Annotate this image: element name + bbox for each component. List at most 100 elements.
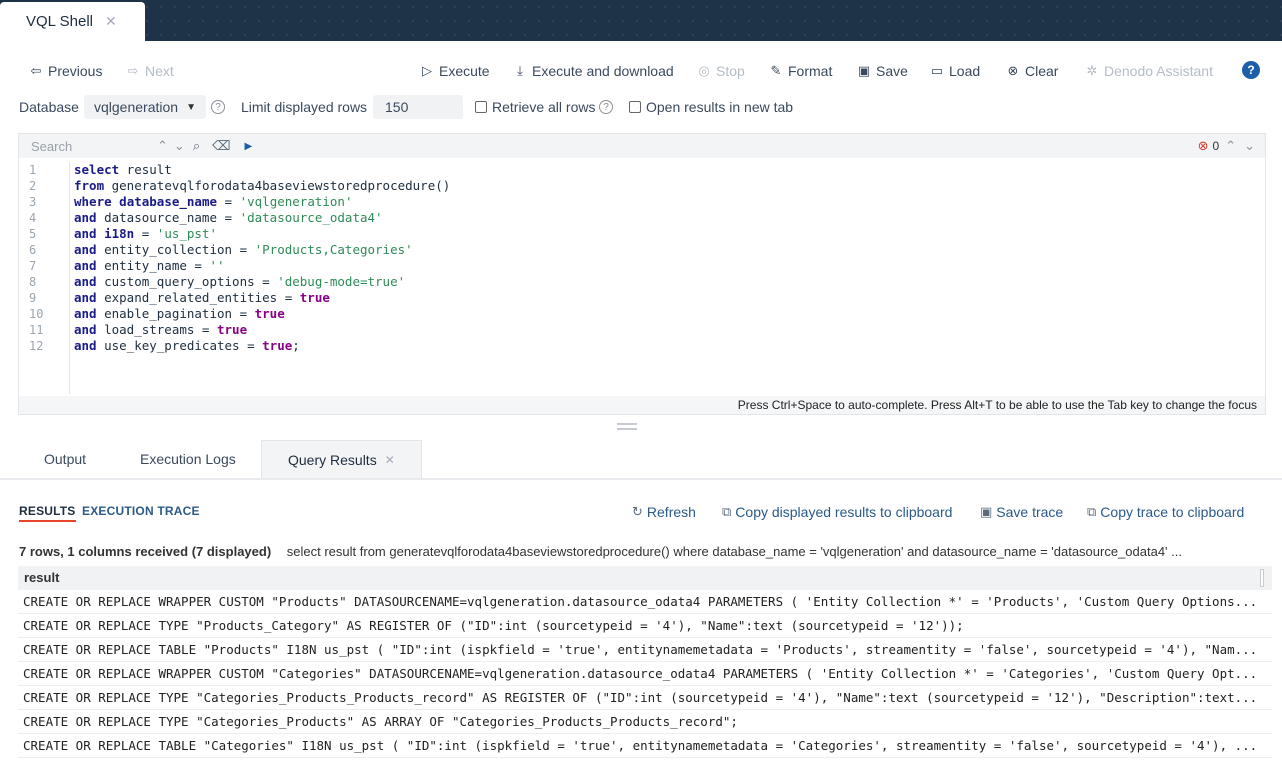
tab-output[interactable]: Output bbox=[44, 440, 86, 478]
clear-circle-icon: ⊗ bbox=[1007, 63, 1019, 78]
folder-icon: ▭ bbox=[930, 63, 944, 78]
autocomplete-hint: Press Ctrl+Space to auto-complete. Press… bbox=[19, 396, 1265, 414]
line-number: 1 bbox=[29, 163, 37, 177]
arrow-left-circle-icon: ⇦ bbox=[30, 63, 42, 78]
line-number: 11 bbox=[29, 323, 44, 337]
resize-handle[interactable] bbox=[617, 423, 637, 430]
save-trace-button[interactable]: ▣ Save trace bbox=[980, 501, 1063, 523]
stop-button[interactable]: ◎ Stop bbox=[696, 58, 744, 84]
table-row[interactable]: CREATE OR REPLACE TYPE "Categories_Produ… bbox=[18, 710, 1272, 734]
database-select[interactable]: vqlgeneration ▼ bbox=[84, 95, 206, 119]
save-trace-label: Save trace bbox=[996, 504, 1064, 520]
table-row[interactable]: CREATE OR REPLACE TABLE "Products" I18N … bbox=[18, 638, 1272, 662]
line-number: 5 bbox=[29, 227, 37, 241]
results-status: 7 rows, 1 columns received (7 displayed)… bbox=[19, 544, 1259, 562]
toolbar: ⇦ Previous ⇨ Next ▷ Execute ⤓ Execute and do… bbox=[0, 58, 1282, 84]
download-icon: ⤓ bbox=[517, 63, 523, 78]
clear-label: Clear bbox=[1025, 63, 1059, 79]
tab-query-results[interactable]: Query Results ✕ bbox=[261, 440, 422, 478]
database-value: vqlgeneration bbox=[94, 99, 179, 115]
previous-button[interactable]: ⇦ Previous bbox=[28, 58, 103, 84]
sparkle-icon: ✲ bbox=[1086, 63, 1098, 78]
execution-trace-subtab[interactable]: EXECUTION TRACE bbox=[82, 504, 200, 518]
table-row[interactable]: CREATE OR REPLACE WRAPPER CUSTOM "Produc… bbox=[18, 590, 1272, 614]
line-number: 12 bbox=[29, 339, 44, 353]
load-button[interactable]: ▭ Load bbox=[929, 58, 980, 84]
code-line: 1 select result bbox=[29, 162, 172, 177]
code-line: 7 and entity_name = '' bbox=[29, 258, 225, 273]
tab-vql-shell[interactable]: VQL Shell ✕ bbox=[0, 2, 145, 41]
next-label: Next bbox=[145, 63, 174, 79]
denodo-assistant-button[interactable]: ✲ Denodo Assistant bbox=[1084, 58, 1213, 84]
format-button[interactable]: ✎ Format bbox=[768, 58, 833, 84]
table-row[interactable]: CREATE OR REPLACE TABLE "Categories" I18… bbox=[18, 734, 1272, 758]
table-row[interactable]: CREATE OR REPLACE TYPE "Categories_Produ… bbox=[18, 686, 1272, 710]
error-count: 0 bbox=[1212, 139, 1220, 153]
load-label: Load bbox=[949, 63, 981, 79]
clear-button[interactable]: ⊗ Clear bbox=[1005, 58, 1059, 84]
code-line: 6 and entity_collection = 'Products,Categ… bbox=[29, 242, 413, 257]
editor-search-input[interactable]: Search bbox=[31, 139, 157, 154]
save-icon: ▣ bbox=[980, 504, 993, 519]
help-circle-icon[interactable]: ? bbox=[211, 100, 225, 114]
code-line: 5 and i18n = 'us_pst' bbox=[29, 226, 218, 241]
limit-rows-input[interactable]: 150 bbox=[373, 95, 463, 119]
tab-execution-logs[interactable]: Execution Logs bbox=[140, 440, 236, 478]
help-circle-icon[interactable]: ? bbox=[599, 100, 613, 114]
save-button[interactable]: ▣ Save bbox=[856, 58, 908, 84]
results-subtab[interactable]: RESULTS bbox=[19, 504, 76, 522]
chevron-up-icon[interactable]: ⌃ bbox=[157, 138, 168, 154]
assistant-label: Denodo Assistant bbox=[1104, 63, 1213, 79]
help-icon[interactable]: ? bbox=[1242, 61, 1260, 79]
copy-results-button[interactable]: ⧉ Copy displayed results to clipboard bbox=[722, 501, 952, 523]
column-header[interactable]: result bbox=[18, 566, 1272, 590]
refresh-button[interactable]: ↻ Refresh bbox=[632, 501, 696, 523]
code-line: 8 and custom_query_options = 'debug-mode=… bbox=[29, 274, 406, 289]
next-button[interactable]: ⇨ Next bbox=[125, 58, 174, 84]
search-icon[interactable]: ⌕ bbox=[193, 138, 200, 154]
copy-trace-label: Copy trace to clipboard bbox=[1100, 504, 1245, 520]
chevron-down-icon[interactable]: ⌄ bbox=[174, 138, 185, 154]
column-header-label: result bbox=[24, 570, 60, 585]
retrieve-all-label: Retrieve all rows bbox=[492, 99, 596, 115]
tab-query-results-label: Query Results bbox=[288, 451, 377, 468]
previous-label: Previous bbox=[48, 63, 103, 79]
stop-circle-icon: ◎ bbox=[698, 63, 710, 78]
code-area[interactable]: 1 select result 2 from generatevqlforodata… bbox=[19, 162, 1265, 354]
close-icon[interactable]: ✕ bbox=[385, 453, 395, 467]
limit-label: Limit displayed rows bbox=[241, 99, 368, 115]
error-icon: ⊗ bbox=[1197, 138, 1209, 153]
line-number: 7 bbox=[29, 259, 37, 273]
code-line: 2 from generatevqlforodata4baseviewstored… bbox=[29, 178, 451, 193]
play-circle-icon: ▷ bbox=[422, 63, 432, 78]
checkbox-box[interactable] bbox=[629, 101, 641, 113]
retrieve-all-checkbox[interactable]: Retrieve all rows bbox=[475, 95, 595, 119]
copy-trace-button[interactable]: ⧉ Copy trace to clipboard bbox=[1087, 501, 1244, 523]
line-number: 6 bbox=[29, 243, 37, 257]
expand-icon[interactable]: ▶ bbox=[244, 141, 252, 152]
vql-editor[interactable]: Search ⌃ ⌄ ⌕ ⌫ ▶ ⊗ 0 ⌃ ⌄ 1 select result … bbox=[18, 133, 1266, 415]
copy-results-label: Copy displayed results to clipboard bbox=[735, 504, 953, 520]
line-number: 2 bbox=[29, 179, 37, 193]
format-label: Format bbox=[788, 63, 833, 79]
clear-search-icon[interactable]: ⌫ bbox=[212, 138, 230, 154]
copy-icon: ⧉ bbox=[1087, 504, 1097, 519]
copy-icon: ⧉ bbox=[722, 504, 732, 519]
open-new-tab-checkbox[interactable]: Open results in new tab bbox=[629, 95, 793, 119]
table-row[interactable]: CREATE OR REPLACE TYPE "Products_Categor… bbox=[18, 614, 1272, 638]
chevron-down-icon[interactable]: ⌄ bbox=[1244, 138, 1255, 154]
editor-search-bar: Search ⌃ ⌄ ⌕ ⌫ ▶ ⊗ 0 ⌃ ⌄ bbox=[19, 134, 1265, 158]
close-icon[interactable]: ✕ bbox=[105, 13, 117, 30]
table-row[interactable]: CREATE OR REPLACE WRAPPER CUSTOM "Catego… bbox=[18, 662, 1272, 686]
line-number: 10 bbox=[29, 307, 44, 321]
line-number: 4 bbox=[29, 211, 37, 225]
chevron-up-icon[interactable]: ⌃ bbox=[1225, 138, 1236, 154]
code-line: 11 and load_streams = true bbox=[29, 322, 248, 337]
execute-label: Execute bbox=[439, 63, 490, 79]
checkbox-box[interactable] bbox=[475, 101, 487, 113]
execute-download-button[interactable]: ⤓ Execute and download bbox=[512, 58, 674, 84]
open-new-tab-label: Open results in new tab bbox=[646, 99, 794, 115]
save-icon: ▣ bbox=[857, 63, 871, 78]
column-resize-handle[interactable] bbox=[1260, 569, 1264, 587]
execute-button[interactable]: ▷ Execute bbox=[419, 58, 490, 84]
